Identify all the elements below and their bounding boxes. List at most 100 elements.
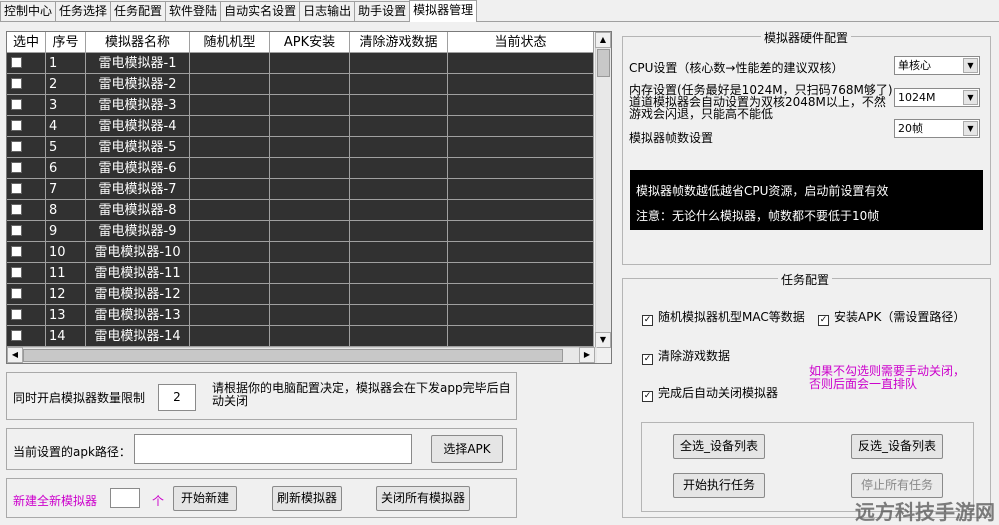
row-checkbox[interactable]	[11, 99, 22, 110]
header-name[interactable]: 模拟器名称	[86, 32, 190, 53]
tab-task-config[interactable]: 任务配置	[110, 1, 167, 22]
row-checkbox-cell[interactable]	[7, 116, 46, 137]
stop-all-tasks-button[interactable]: 停止所有任务	[851, 473, 943, 498]
table-row[interactable]: 4 雷电模拟器-4	[7, 116, 594, 137]
check-icon[interactable]: ✓	[642, 391, 653, 402]
table-row[interactable]: 12 雷电模拟器-12	[7, 284, 594, 305]
header-apk-install[interactable]: APK安装	[270, 32, 350, 53]
row-checkbox[interactable]	[11, 162, 22, 173]
row-checkbox-cell[interactable]	[7, 263, 46, 284]
scroll-right-icon[interactable]: ▶	[579, 347, 595, 363]
row-checkbox[interactable]	[11, 288, 22, 299]
row-checkbox[interactable]	[11, 183, 22, 194]
check-icon[interactable]: ✓	[642, 354, 653, 365]
header-select[interactable]: 选中	[7, 32, 46, 53]
row-checkbox[interactable]	[11, 57, 22, 68]
invert-devices-button[interactable]: 反选_设备列表	[851, 434, 943, 459]
table-row[interactable]: 7 雷电模拟器-7	[7, 179, 594, 200]
tab-log-output[interactable]: 日志输出	[299, 1, 356, 22]
hscroll-thumb[interactable]	[23, 349, 563, 362]
row-checkbox-cell[interactable]	[7, 95, 46, 116]
row-checkbox[interactable]	[11, 78, 22, 89]
scroll-up-icon[interactable]: ▲	[595, 32, 611, 48]
row-checkbox-cell[interactable]	[7, 221, 46, 242]
row-checkbox-cell[interactable]	[7, 74, 46, 95]
install-apk-checkbox[interactable]: ✓ 安装APK（需设置路径）	[818, 308, 965, 326]
scroll-down-icon[interactable]: ▼	[595, 332, 611, 348]
row-checkbox-cell[interactable]	[7, 200, 46, 221]
row-checkbox[interactable]	[11, 309, 22, 320]
tab-emulator-management[interactable]: 模拟器管理	[409, 0, 478, 22]
hardware-config-group: 模拟器硬件配置 CPU设置（核心数→性能差的建议双核） 单核心 ▼ 内存设置(任务…	[622, 29, 991, 265]
row-checkbox[interactable]	[11, 246, 22, 257]
header-status[interactable]: 当前状态	[448, 32, 594, 53]
apk-path-input[interactable]	[134, 434, 412, 464]
table-row[interactable]: 1 雷电模拟器-1	[7, 53, 594, 74]
start-task-button[interactable]: 开始执行任务	[673, 473, 765, 498]
row-checkbox[interactable]	[11, 267, 22, 278]
cpu-label: CPU设置（核心数→性能差的建议双核）	[629, 61, 844, 75]
table-row[interactable]: 14 雷电模拟器-14	[7, 326, 594, 347]
row-checkbox[interactable]	[11, 330, 22, 341]
table-row[interactable]: 11 雷电模拟器-11	[7, 263, 594, 284]
row-checkbox[interactable]	[11, 120, 22, 131]
grid-vertical-scrollbar[interactable]: ▲ ▼	[595, 32, 611, 348]
select-all-devices-button[interactable]: 全选_设备列表	[673, 434, 765, 459]
create-count-input[interactable]	[110, 488, 140, 508]
tab-software-login[interactable]: 软件登陆	[165, 1, 222, 22]
scroll-left-icon[interactable]: ◀	[7, 347, 23, 363]
close-all-emulators-button[interactable]: 关闭所有模拟器	[376, 486, 470, 511]
row-apk-install	[270, 263, 350, 284]
start-create-button[interactable]: 开始新建	[173, 486, 237, 511]
row-checkbox-cell[interactable]	[7, 179, 46, 200]
row-random-model	[190, 263, 270, 284]
row-checkbox-cell[interactable]	[7, 53, 46, 74]
table-row[interactable]: 9 雷电模拟器-9	[7, 221, 594, 242]
check-icon[interactable]: ✓	[818, 315, 829, 326]
limit-input[interactable]: 2	[158, 384, 196, 411]
clear-data-checkbox[interactable]: ✓ 清除游戏数据	[642, 347, 730, 365]
table-row[interactable]: 8 雷电模拟器-8	[7, 200, 594, 221]
row-clear-data	[350, 326, 448, 347]
table-row[interactable]: 13 雷电模拟器-13	[7, 305, 594, 326]
header-index[interactable]: 序号	[46, 32, 86, 53]
auto-close-note-line2: 否则后面会一直排队	[809, 377, 918, 391]
row-clear-data	[350, 74, 448, 95]
table-row[interactable]: 10 雷电模拟器-10	[7, 242, 594, 263]
row-checkbox-cell[interactable]	[7, 137, 46, 158]
row-checkbox-cell[interactable]	[7, 284, 46, 305]
tab-auto-realname[interactable]: 自动实名设置	[220, 1, 301, 22]
chevron-down-icon[interactable]: ▼	[963, 121, 978, 136]
cpu-select[interactable]: 单核心 ▼	[894, 56, 980, 75]
scroll-thumb[interactable]	[597, 49, 610, 77]
random-model-checkbox[interactable]: ✓ 随机模拟器机型MAC等数据	[642, 308, 805, 326]
row-apk-install	[270, 53, 350, 74]
grid-horizontal-scrollbar[interactable]: ◀ ▶	[7, 347, 597, 363]
table-row[interactable]: 3 雷电模拟器-3	[7, 95, 594, 116]
row-checkbox[interactable]	[11, 225, 22, 236]
header-clear-data[interactable]: 清除游戏数据	[350, 32, 448, 53]
tab-assistant-settings[interactable]: 助手设置	[354, 1, 411, 22]
table-row[interactable]: 6 雷电模拟器-6	[7, 158, 594, 179]
table-row[interactable]: 5 雷电模拟器-5	[7, 137, 594, 158]
row-apk-install	[270, 137, 350, 158]
row-checkbox-cell[interactable]	[7, 158, 46, 179]
fps-select[interactable]: 20帧 ▼	[894, 119, 980, 138]
chevron-down-icon[interactable]: ▼	[963, 90, 978, 105]
header-random-model[interactable]: 随机机型	[190, 32, 270, 53]
row-index: 11	[46, 263, 86, 284]
tab-task-select[interactable]: 任务选择	[55, 1, 112, 22]
table-row[interactable]: 2 雷电模拟器-2	[7, 74, 594, 95]
auto-close-checkbox[interactable]: ✓ 完成后自动关闭模拟器	[642, 384, 778, 402]
refresh-emulators-button[interactable]: 刷新模拟器	[272, 486, 342, 511]
tab-control-center[interactable]: 控制中心	[0, 1, 57, 22]
row-checkbox[interactable]	[11, 141, 22, 152]
row-checkbox-cell[interactable]	[7, 326, 46, 347]
select-apk-button[interactable]: 选择APK	[431, 435, 503, 463]
chevron-down-icon[interactable]: ▼	[963, 58, 978, 73]
memory-select[interactable]: 1024M ▼	[894, 88, 980, 107]
row-checkbox-cell[interactable]	[7, 242, 46, 263]
row-checkbox[interactable]	[11, 204, 22, 215]
row-checkbox-cell[interactable]	[7, 305, 46, 326]
check-icon[interactable]: ✓	[642, 315, 653, 326]
